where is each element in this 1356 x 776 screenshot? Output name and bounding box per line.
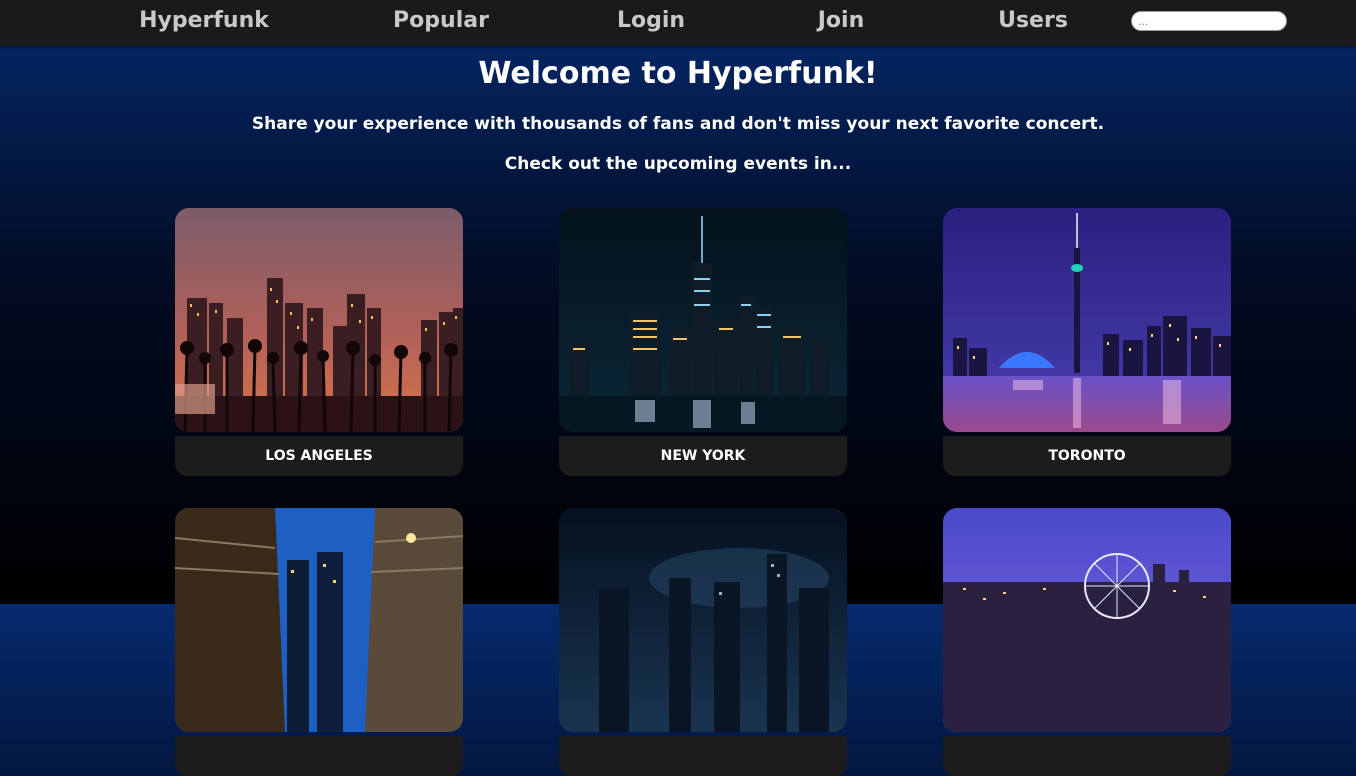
new-york-skyline-image <box>559 208 847 432</box>
nav-link-popular[interactable]: Popular <box>393 8 489 33</box>
city-name <box>175 736 463 776</box>
nav-link-users[interactable]: Users <box>998 8 1068 33</box>
search-input[interactable] <box>1131 11 1287 31</box>
toronto-skyline-image <box>943 208 1231 432</box>
city-name: NEW YORK <box>559 436 847 476</box>
los-angeles-skyline-image <box>175 208 463 432</box>
hero-prompt: Check out the upcoming events in... <box>504 154 852 174</box>
nav-link-join[interactable]: Join <box>818 8 865 33</box>
city-street-image <box>175 508 463 732</box>
top-navbar: Hyperfunk Popular Login Join Users <box>0 0 1356 46</box>
city-name <box>943 736 1231 776</box>
nav-link-login[interactable]: Login <box>617 8 685 33</box>
foggy-city-image <box>559 508 847 732</box>
page-title: Welcome to Hyperfunk! <box>478 56 878 91</box>
brand-link[interactable]: Hyperfunk <box>139 8 269 33</box>
city-name <box>559 736 847 776</box>
city-name: LOS ANGELES <box>175 436 463 476</box>
hero-tagline: Share your experience with thousands of … <box>251 114 1105 134</box>
ferris-wheel-city-image <box>943 508 1231 732</box>
city-name: TORONTO <box>943 436 1231 476</box>
